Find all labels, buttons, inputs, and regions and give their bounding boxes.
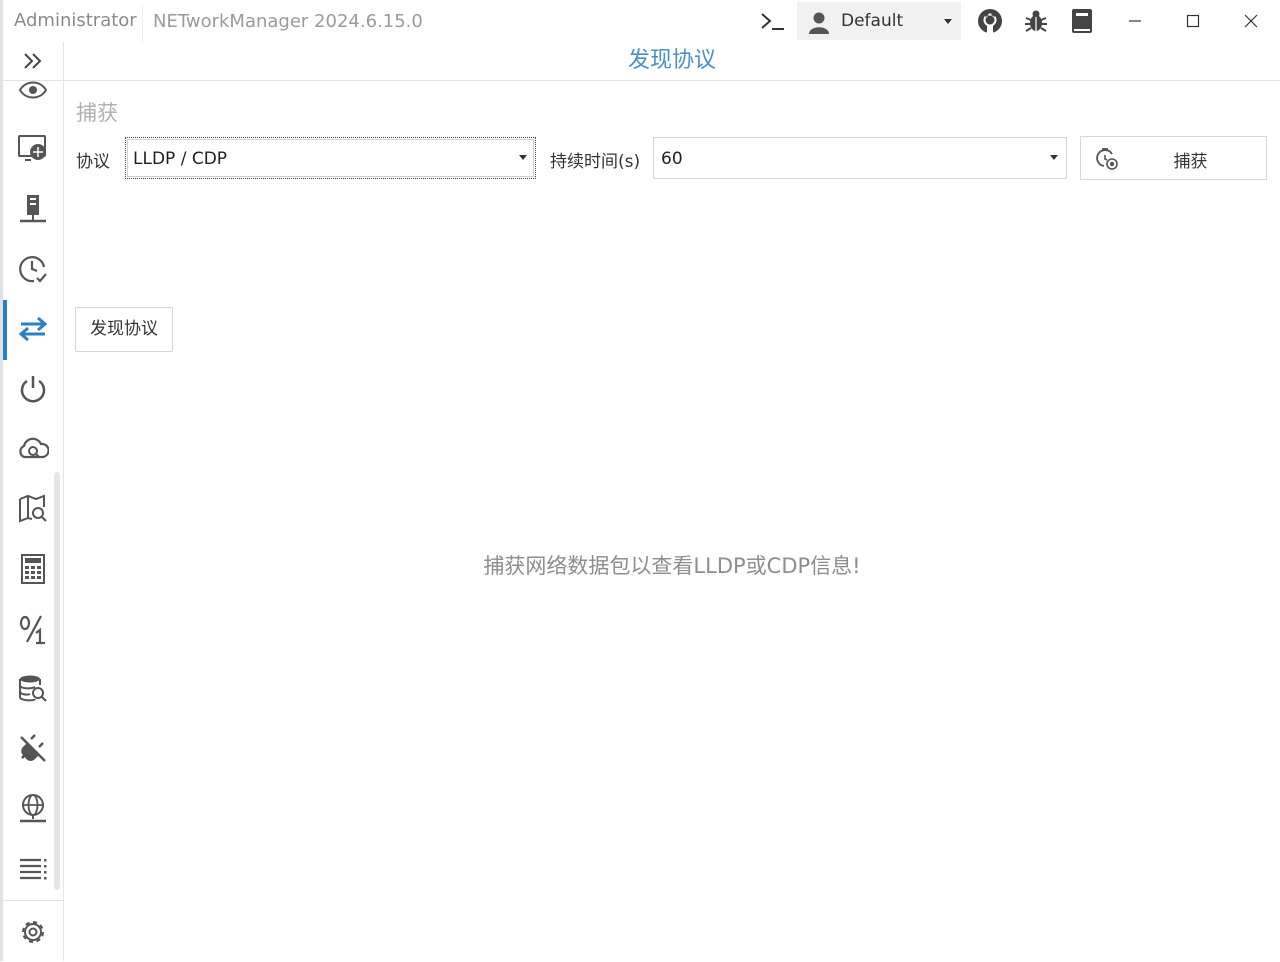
clock-check-icon — [19, 256, 47, 283]
capture-section-title: 捕获 — [76, 101, 118, 125]
remote-desktop-icon — [18, 135, 46, 161]
sidebar — [3, 42, 64, 961]
discover-protocol-button[interactable]: 发现协议 — [75, 307, 173, 352]
duration-select[interactable]: 60 — [653, 137, 1067, 179]
maximize-button[interactable] — [1175, 0, 1211, 42]
sidebar-item-wake-on-lan[interactable] — [3, 360, 63, 418]
calculator-icon — [21, 554, 45, 584]
duration-value: 60 — [661, 149, 683, 169]
documentation-button[interactable] — [1065, 0, 1099, 42]
minimize-icon — [1129, 20, 1141, 22]
capture-button-label: 捕获 — [1173, 152, 1208, 172]
protocol-value: LLDP / CDP — [133, 149, 228, 169]
eye-icon — [18, 81, 48, 99]
cloud-search-icon — [19, 437, 49, 459]
power-icon — [20, 376, 46, 403]
maximize-icon — [1186, 14, 1200, 28]
settings-button[interactable] — [3, 900, 63, 962]
chevron-double-right-icon — [24, 53, 42, 69]
page-title: 发现协议 — [64, 42, 1280, 81]
web-icon — [20, 794, 46, 823]
duration-label: 持续时间(s) — [550, 152, 641, 172]
github-button[interactable] — [973, 0, 1007, 42]
arrows-exchange-icon — [18, 316, 48, 342]
sidebar-item-discovery-protocol[interactable] — [3, 300, 63, 358]
sidebar-item-server[interactable] — [3, 180, 63, 238]
terminal-button[interactable] — [755, 0, 789, 42]
github-icon — [978, 9, 1002, 33]
database-search-icon — [19, 675, 47, 702]
plug-off-icon — [20, 734, 46, 762]
chevron-down-icon — [944, 19, 952, 24]
chevron-down-icon — [519, 155, 527, 160]
sidebar-scrollbar[interactable] — [54, 472, 60, 890]
fraction-icon — [19, 615, 45, 645]
empty-state-hint: 捕获网络数据包以查看LLDP或CDP信息! — [483, 554, 861, 578]
chevron-down-icon — [1050, 155, 1058, 160]
app-title: NETworkManager 2024.6.15.0 — [153, 11, 423, 32]
map-search-icon — [19, 494, 47, 523]
sidebar-item-dashboard[interactable] — [3, 80, 63, 100]
protocol-label: 协议 — [76, 152, 110, 172]
user-icon — [809, 12, 829, 34]
protocol-select[interactable]: LLDP / CDP — [125, 137, 536, 179]
close-button[interactable] — [1233, 0, 1269, 42]
expand-sidebar-button[interactable] — [3, 42, 63, 81]
profile-selector[interactable]: Default — [797, 2, 961, 40]
title-bar: Administrator NETworkManager 2024.6.15.0… — [3, 0, 1280, 42]
server-network-icon — [20, 195, 46, 223]
list-icon — [20, 858, 47, 880]
gear-icon — [22, 920, 44, 943]
minimize-button[interactable] — [1117, 0, 1153, 42]
book-icon — [1072, 9, 1092, 33]
close-icon — [1244, 14, 1258, 28]
bug-icon — [1025, 10, 1047, 32]
report-bug-button[interactable] — [1019, 0, 1053, 42]
profile-name: Default — [841, 11, 904, 31]
capture-button[interactable]: 捕获 — [1080, 136, 1267, 180]
sidebar-item-scheduled[interactable] — [3, 240, 63, 298]
sidebar-item-whois[interactable] — [3, 420, 63, 478]
terminal-icon — [761, 13, 784, 30]
title-divider — [142, 4, 143, 42]
administrator-label: Administrator — [14, 10, 137, 31]
sidebar-item-remote-desktop[interactable] — [3, 120, 63, 178]
